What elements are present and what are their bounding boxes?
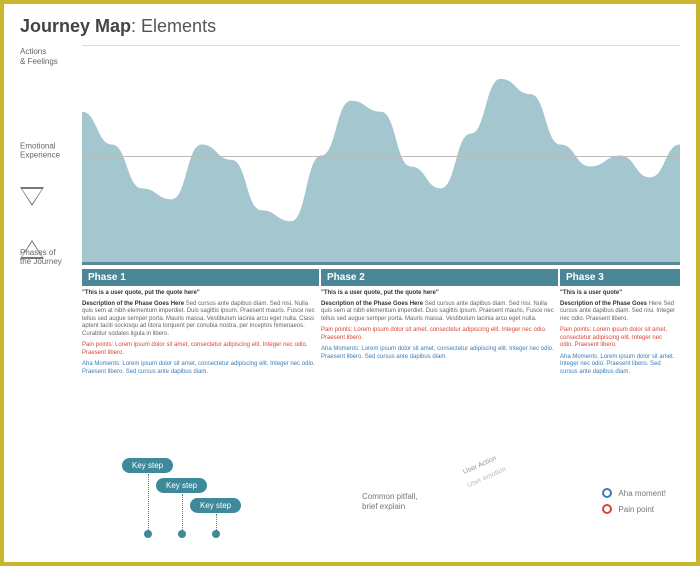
triangle-down-icon	[20, 187, 44, 206]
phase-aha: Aha Moments: Lorem ipsum dolor sit amet.…	[560, 354, 676, 377]
legend-aha-label: Aha moment!	[618, 489, 666, 498]
phase-2: Phase 2 "This is a user quote, put the q…	[321, 269, 558, 376]
phase-header: Phase 1	[82, 269, 319, 286]
step-connector	[182, 494, 183, 532]
axis-label-top: Actions & Feelings	[20, 47, 78, 66]
axis-label-bottom: Phases of the Journey	[20, 249, 78, 267]
phase-1: Phase 1 "This is a user quote, put the q…	[82, 269, 319, 376]
circle-red-icon	[602, 504, 612, 514]
phase-desc: Description of the Phase Goes Here Sed c…	[560, 301, 676, 324]
step-connector	[148, 474, 149, 532]
phase-quote: "This is a user quote, put the quote her…	[321, 290, 554, 298]
phase-desc: Description of the Phase Goes Here Sed c…	[82, 301, 315, 339]
phase-pain: Pain points: Lorem ipsum dolor sit amet,…	[82, 342, 315, 357]
chart-area: Actions & Feelings Emotional Experience …	[20, 45, 680, 265]
phase-desc: Description of the Phase Goes Here Sed c…	[321, 301, 554, 324]
phase-pain: Pain points: Lorem ipsum dolor sit amet,…	[560, 327, 676, 350]
key-step-pill: Key step	[156, 478, 207, 493]
phase-header: Phase 2	[321, 269, 558, 286]
step-dot-icon	[212, 530, 220, 538]
legend-pain-label: Pain point	[618, 505, 654, 514]
chart-baseline	[82, 262, 680, 265]
phases-row: Phase 1 "This is a user quote, put the q…	[82, 269, 680, 376]
legend-aha-row: Aha moment!	[602, 488, 666, 498]
phase-3: Phase 3 "This is a user quote" Descripti…	[560, 269, 680, 376]
phase-quote: "This is a user quote, put the quote her…	[82, 290, 315, 298]
phase-aha: Aha Moments: Lorem ipsum dolor sit amet,…	[321, 346, 554, 361]
legend-pitfall: Common pitfall, brief explain	[362, 492, 418, 511]
step-dot-icon	[144, 530, 152, 538]
legend-pain-row: Pain point	[602, 504, 666, 514]
phase-quote: "This is a user quote"	[560, 290, 676, 298]
key-step-pill: Key step	[190, 498, 241, 513]
title-suffix: : Elements	[131, 16, 216, 36]
page-title: Journey Map: Elements	[20, 16, 680, 37]
chart-midline	[82, 156, 680, 157]
axis-label-mid: Emotional Experience	[20, 141, 60, 160]
title-prefix: Journey Map	[20, 16, 131, 36]
emotion-chart	[82, 45, 680, 265]
phase-pain: Pain points: Lorem ipsum dolor sit amet,…	[321, 327, 554, 342]
legend-area: Key step Key step Key step Common pitfal…	[82, 458, 676, 548]
legend-markers: Aha moment! Pain point	[602, 488, 666, 520]
phase-aha: Aha Moments: Lorem ipsum dolor sit amet,…	[82, 361, 315, 376]
key-step-pill: Key step	[122, 458, 173, 473]
circle-blue-icon	[602, 488, 612, 498]
phase-header: Phase 3	[560, 269, 680, 286]
step-dot-icon	[178, 530, 186, 538]
axis-labels: Actions & Feelings Emotional Experience	[20, 45, 78, 265]
